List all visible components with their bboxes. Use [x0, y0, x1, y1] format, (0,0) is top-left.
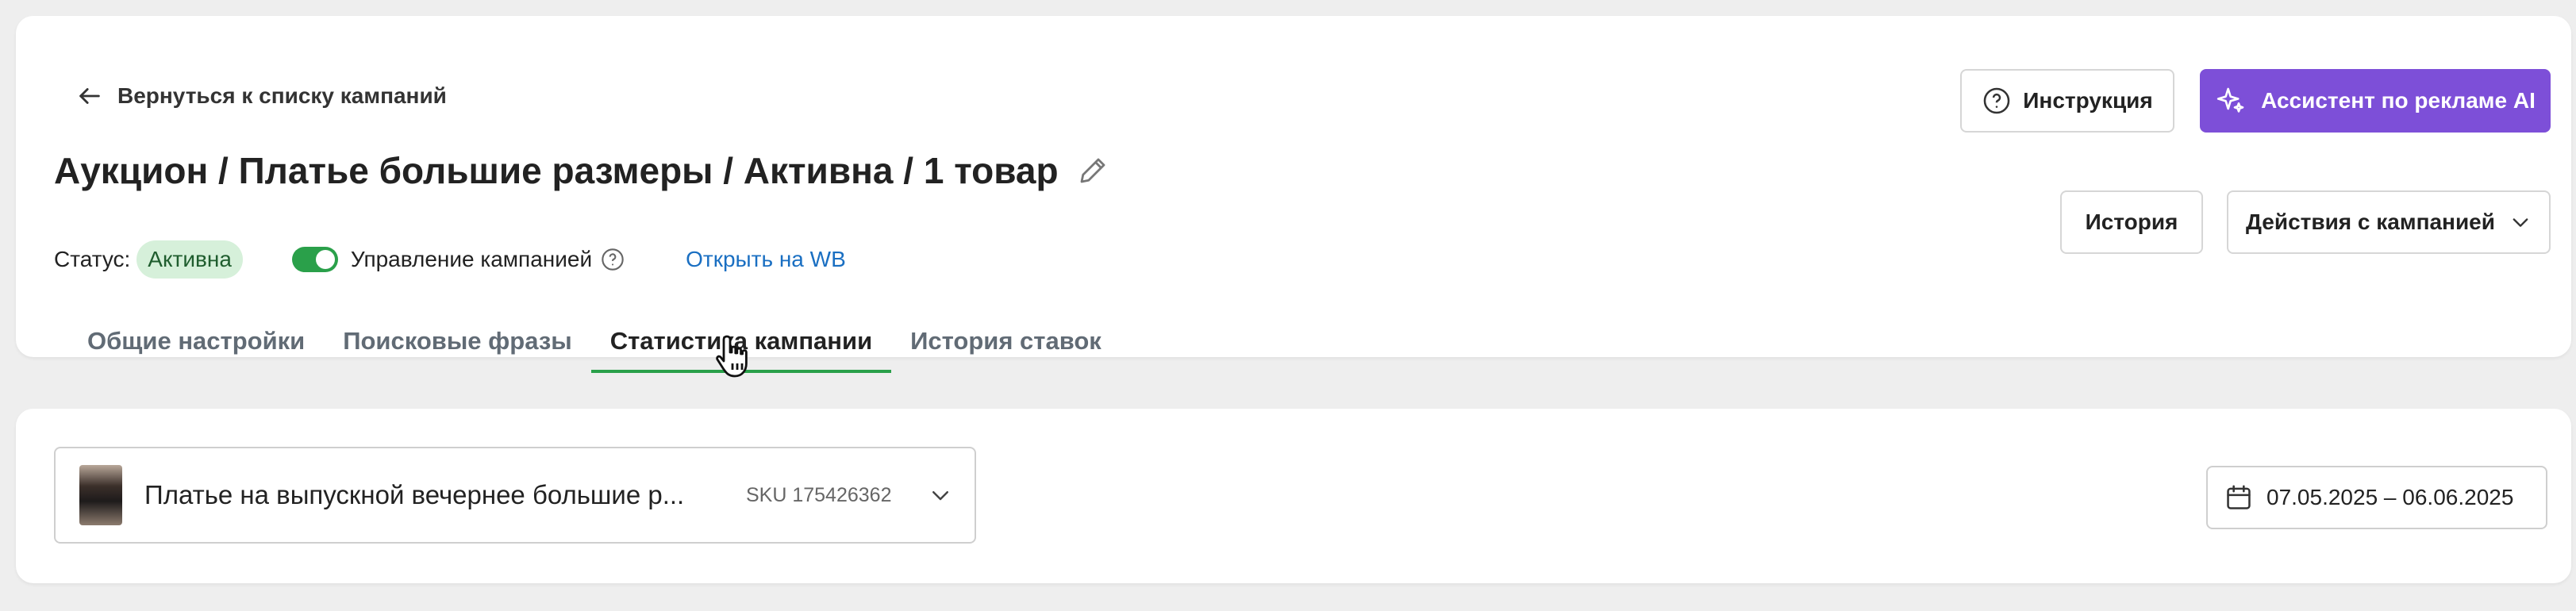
tab-general-settings[interactable]: Общие настройки — [68, 317, 324, 373]
product-sku: SKU 175426362 — [746, 483, 892, 506]
instruction-button-label: Инструкция — [2023, 88, 2153, 113]
calendar-icon — [2227, 485, 2251, 509]
status-badge: Активна — [136, 240, 243, 279]
hand-pointer-icon — [716, 335, 748, 378]
product-thumbnail — [79, 465, 122, 525]
product-name: Платье на выпускной вечернее большие р..… — [144, 480, 685, 509]
product-select[interactable]: Платье на выпускной вечернее большие р..… — [54, 447, 976, 544]
open-on-wb-link[interactable]: Открыть на WB — [686, 247, 846, 272]
back-link-label: Вернуться к списку кампаний — [117, 83, 447, 108]
campaign-actions-label: Действия с кампанией — [2246, 209, 2495, 234]
tab-search-phrases[interactable]: Поисковые фразы — [324, 317, 591, 373]
campaign-header-card: Вернуться к списку кампаний Аукцион / Пл… — [16, 16, 2571, 373]
chevron-down-icon — [932, 491, 948, 501]
ai-assistant-button-label: Ассистент по рекламе AI — [2261, 88, 2536, 113]
history-button[interactable]: История — [2060, 190, 2203, 254]
pencil-icon[interactable] — [1076, 154, 1109, 187]
statistics-filter-card: Платье на выпускной вечернее большие р..… — [16, 409, 2571, 583]
arrow-left-icon — [79, 88, 100, 104]
status-row: Статус: Активна Управление кампанией Отк… — [54, 240, 846, 279]
page-title: Аукцион / Платье большие размеры / Актив… — [54, 150, 1059, 191]
campaign-management-toggle[interactable] — [291, 247, 338, 272]
ai-assistant-button[interactable]: Ассистент по рекламе AI — [2200, 69, 2551, 133]
instruction-button[interactable]: Инструкция — [1960, 69, 2174, 133]
back-to-campaigns-link[interactable]: Вернуться к списку кампаний — [76, 83, 447, 110]
chevron-down-icon — [2513, 218, 2528, 227]
campaign-actions-dropdown[interactable]: Действия с кампанией — [2227, 190, 2551, 254]
campaign-management-label: Управление кампанией — [350, 247, 593, 271]
date-range-value: 07.05.2025 – 06.06.2025 — [2266, 485, 2514, 509]
question-circle-icon[interactable] — [600, 247, 625, 272]
question-circle-icon — [1983, 87, 2010, 114]
status-label: Статус: — [54, 247, 131, 271]
sparkle-icon — [2217, 87, 2244, 113]
tab-bid-history[interactable]: История ставок — [891, 317, 1121, 373]
date-range-picker[interactable]: 07.05.2025 – 06.06.2025 — [2206, 466, 2547, 529]
page-title-row: Аукцион / Платье большие размеры / Актив… — [54, 149, 1109, 192]
campaign-tabs: Общие настройки Поисковые фразы Статисти… — [68, 317, 1121, 373]
